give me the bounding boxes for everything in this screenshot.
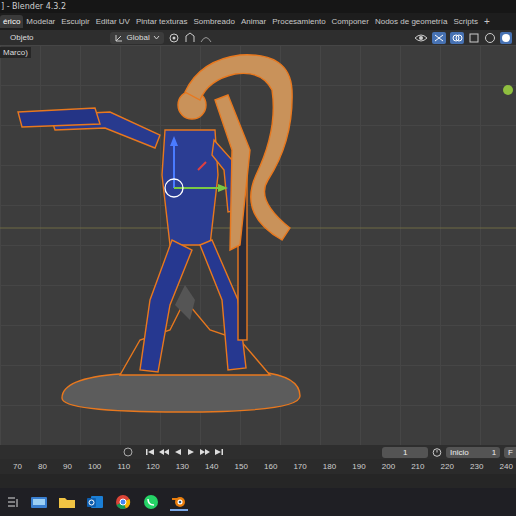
frame-tick: 100 — [88, 462, 101, 471]
workspace-tab[interactable]: Procesamiento — [269, 15, 328, 28]
prev-keyframe-icon[interactable] — [158, 447, 170, 457]
chrome-icon[interactable] — [114, 494, 132, 510]
workspace-tab[interactable]: Pintar texturas — [133, 15, 191, 28]
figure-model[interactable] — [18, 55, 300, 412]
frame-tick: 150 — [235, 462, 248, 471]
workspace-tab[interactable]: érico — [0, 15, 23, 28]
workspace-tabs: éricoModelarEsculpirEditar UVPintar text… — [0, 13, 516, 30]
start-frame-field[interactable]: Inicio 1 — [446, 447, 500, 458]
timeline-header: 1Inicio1F — [0, 445, 516, 459]
x-axis-arrow-icon[interactable] — [198, 162, 206, 170]
gizmo-icon[interactable] — [432, 32, 446, 44]
wireframe-icon[interactable] — [484, 32, 496, 44]
transform-gizmo-icon[interactable] — [165, 179, 183, 197]
start-label: Inicio — [450, 447, 469, 458]
frame-ruler[interactable]: 70 80 90 100 110 120 130 140 150 160 170 180 190 200 2… — [0, 459, 516, 474]
window-title: ] - Blender 4.3.2 — [1, 2, 66, 11]
jump-end-icon[interactable] — [214, 447, 224, 457]
timeline-area[interactable] — [0, 474, 516, 488]
axes-icon — [114, 33, 124, 43]
pivot-icon[interactable] — [168, 32, 180, 44]
navigation-gizmo-icon[interactable] — [503, 85, 513, 95]
taskbar — [0, 488, 516, 516]
x-axis-line — [0, 228, 516, 229]
workspace-tab[interactable]: Componer — [329, 15, 372, 28]
chevron-icon — [153, 34, 160, 41]
solid-shading-icon[interactable] — [500, 32, 512, 44]
start-value: 1 — [492, 447, 496, 458]
frame-tick: 140 — [205, 462, 218, 471]
current-frame-field[interactable]: 1 — [382, 447, 428, 458]
frame-tick: 120 — [146, 462, 159, 471]
orientation-dropdown[interactable]: Global — [110, 32, 164, 44]
next-keyframe-icon[interactable] — [199, 447, 211, 457]
viewport-info: Marco) — [0, 47, 31, 58]
task-view-icon[interactable] — [6, 495, 20, 509]
orientation-label: Global — [127, 33, 150, 42]
snap-icon[interactable] — [184, 32, 196, 44]
play-icon[interactable] — [186, 447, 196, 457]
frame-tick: 220 — [441, 462, 454, 471]
frame-tick: 200 — [382, 462, 395, 471]
scene — [0, 45, 516, 445]
workspace-tab[interactable]: Scripts — [450, 15, 480, 28]
frame-tick: 180 — [323, 462, 336, 471]
frame-tick: 240 — [499, 462, 512, 471]
overlay-icon[interactable] — [450, 32, 464, 44]
workspace-tab[interactable]: Esculpir — [58, 15, 92, 28]
workspace-tab[interactable]: Editar UV — [93, 15, 133, 28]
desktop-app-icon[interactable] — [30, 494, 48, 510]
mode-menu[interactable]: Objeto — [10, 33, 34, 42]
record-icon[interactable] — [123, 447, 133, 457]
workspace-tab[interactable]: Sombreado — [191, 15, 238, 28]
frame-tick: 90 — [63, 462, 72, 471]
add-workspace-button[interactable]: + — [481, 16, 493, 27]
proportional-icon[interactable] — [200, 32, 212, 44]
blender-window: ] - Blender 4.3.2 éricoModelarEsculpirEdi… — [0, 0, 516, 516]
playback-controls — [145, 447, 224, 457]
title-bar: ] - Blender 4.3.2 — [0, 0, 516, 13]
frame-tick: 230 — [470, 462, 483, 471]
end-frame-field[interactable]: F — [504, 447, 516, 458]
frame-tick: 110 — [117, 462, 130, 471]
stopwatch-icon[interactable] — [432, 447, 442, 457]
outlook-icon[interactable] — [86, 494, 104, 510]
frame-tick: 80 — [38, 462, 47, 471]
frame-tick: 130 — [176, 462, 189, 471]
visibility-icon[interactable] — [414, 32, 428, 44]
workspace-tab[interactable]: Modelar — [23, 15, 58, 28]
play-reverse-icon[interactable] — [173, 447, 183, 457]
blender-app-icon[interactable] — [170, 493, 188, 511]
xray-icon[interactable] — [468, 32, 480, 44]
z-axis-arrow-icon[interactable] — [173, 142, 175, 188]
frame-tick: 210 — [411, 462, 424, 471]
whatsapp-icon[interactable] — [142, 494, 160, 510]
jump-start-icon[interactable] — [145, 447, 155, 457]
frame-tick: 160 — [264, 462, 277, 471]
3d-viewport[interactable]: Marco) — [0, 45, 516, 445]
workspace-tab[interactable]: Nodos de geometría — [372, 15, 451, 28]
workspace-tab[interactable]: Animar — [238, 15, 269, 28]
frame-tick: 190 — [352, 462, 365, 471]
viewport-header: Objeto Global — [0, 30, 516, 45]
frame-tick: 70 — [13, 462, 22, 471]
y-axis-arrow-icon[interactable] — [174, 187, 222, 189]
frame-tick: 170 — [293, 462, 306, 471]
file-explorer-icon[interactable] — [58, 494, 76, 510]
